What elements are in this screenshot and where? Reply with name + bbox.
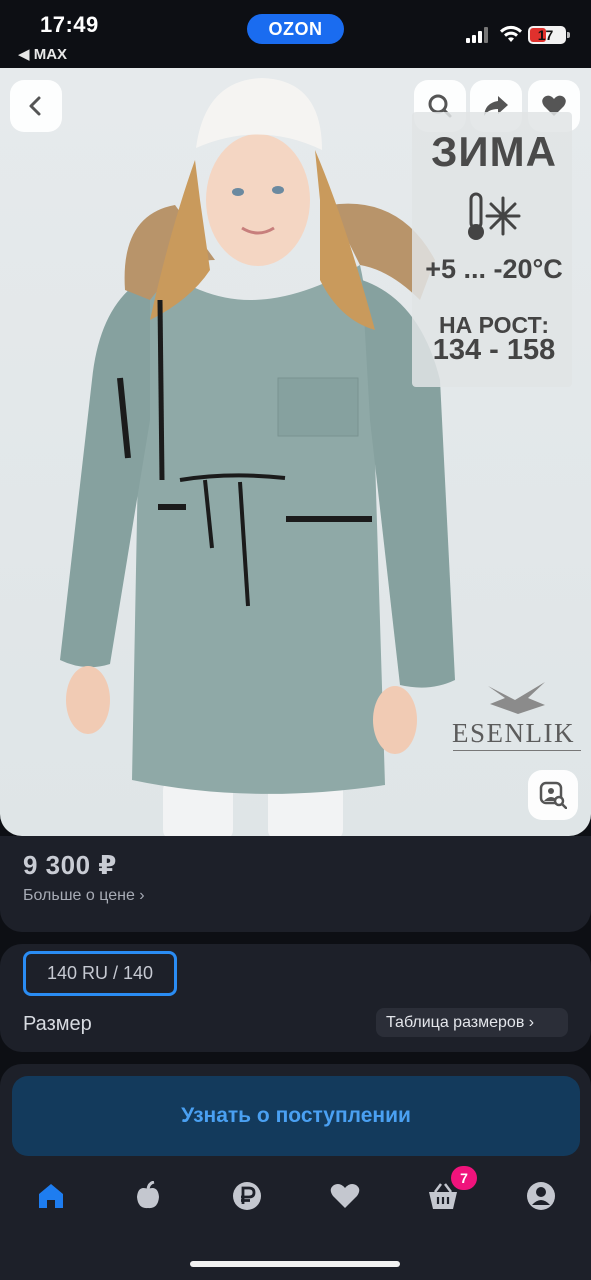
size-table-button[interactable]: Таблица размеров › <box>376 1008 568 1037</box>
visual-search-button[interactable] <box>528 770 578 820</box>
signal-icon <box>466 27 488 43</box>
cart-badge: 7 <box>451 1166 477 1190</box>
status-time: 17:49 <box>40 12 99 37</box>
visual-search-icon <box>539 781 567 809</box>
back-arrow-icon <box>29 96 41 116</box>
battery-indicator: 17 <box>528 26 570 44</box>
product-image[interactable]: ЗИМА +5 ... -20°C НА РОСТ: 134 - 158 ESE… <box>0 68 591 836</box>
favorite-button[interactable] <box>528 80 580 132</box>
tab-profile[interactable] <box>523 1178 559 1214</box>
search-button[interactable] <box>414 80 466 132</box>
price-more-link[interactable]: Больше о цене › <box>23 887 145 905</box>
back-button[interactable] <box>10 80 62 132</box>
tab-home[interactable] <box>33 1178 69 1214</box>
share-icon <box>484 96 508 116</box>
home-icon <box>39 1184 63 1208</box>
battery-level: 17 <box>537 27 554 43</box>
tab-fresh[interactable] <box>130 1178 166 1214</box>
tab-finance[interactable] <box>229 1178 265 1214</box>
fresh-icon <box>137 1181 159 1209</box>
heart-icon <box>330 1184 360 1208</box>
home-indicator <box>190 1261 400 1267</box>
notify-arrival-button[interactable]: Узнать о поступлении <box>12 1076 580 1156</box>
size-option-selected[interactable]: 140 RU / 140 <box>23 951 177 996</box>
share-button[interactable] <box>470 80 522 132</box>
price-value: 9 300 ₽ <box>23 850 117 880</box>
heart-icon <box>542 95 566 116</box>
wifi-icon <box>500 25 522 42</box>
size-label: Размер <box>23 1013 92 1035</box>
back-to-app-link[interactable]: ◀ MAX <box>18 45 67 63</box>
product-photo-illustration <box>60 78 545 836</box>
search-icon <box>428 94 452 118</box>
ozon-logo: OZON <box>247 14 344 44</box>
tab-favorites[interactable] <box>327 1178 363 1214</box>
status-bar: 17:49 ◀ MAX OZON 17 <box>0 0 591 68</box>
ruble-icon <box>233 1182 261 1210</box>
profile-icon <box>527 1182 555 1210</box>
